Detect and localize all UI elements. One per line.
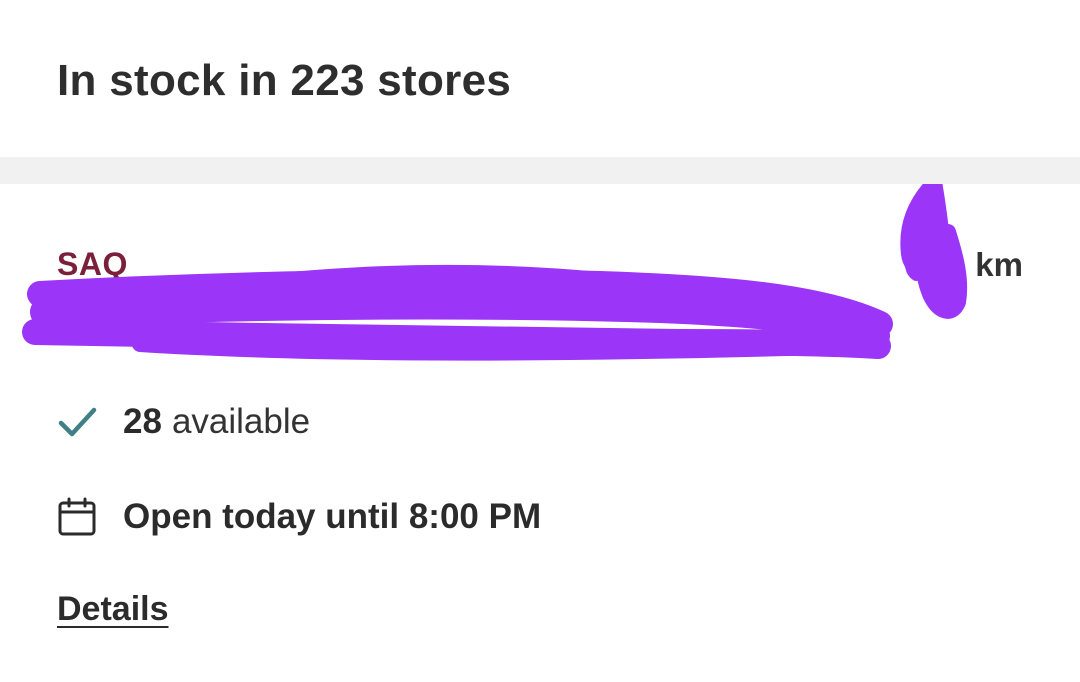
availability-row: 28 available	[57, 402, 310, 442]
store-hours-text: Open today until 8:00 PM	[123, 497, 542, 536]
page-title: In stock in 223 stores	[57, 56, 512, 105]
store-availability-screen: In stock in 223 stores SAQ km 28 availab…	[0, 0, 1080, 682]
section-divider	[0, 157, 1080, 184]
calendar-icon	[57, 497, 97, 537]
available-count: 28	[123, 402, 162, 441]
store-distance-unit: km	[975, 246, 1023, 283]
store-card[interactable]: SAQ km 28 available Open today until 8:0…	[0, 184, 1080, 682]
details-link[interactable]: Details	[57, 590, 169, 629]
checkmark-icon	[57, 402, 97, 442]
store-brand-label: SAQ	[57, 246, 128, 282]
available-label: available	[171, 402, 311, 441]
store-hours-row: Open today until 8:00 PM	[57, 497, 541, 537]
